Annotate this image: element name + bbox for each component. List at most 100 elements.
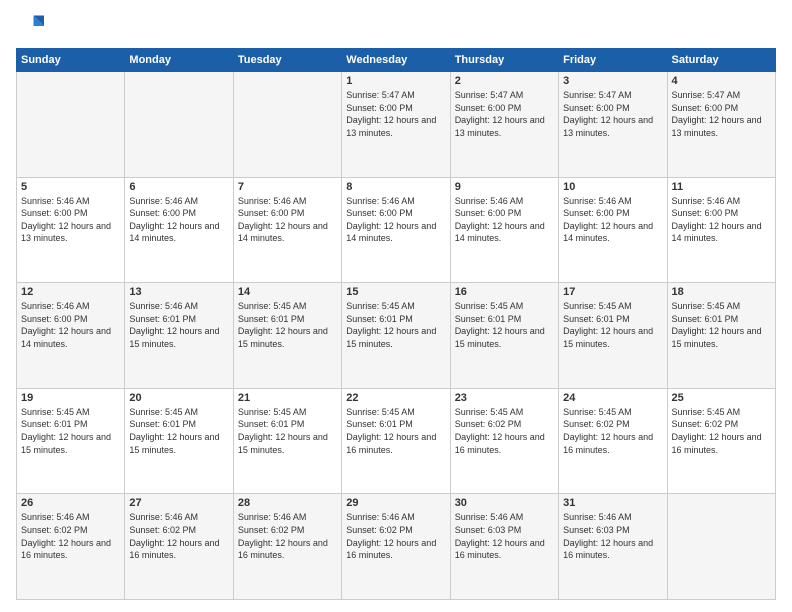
- page: SundayMondayTuesdayWednesdayThursdayFrid…: [0, 0, 792, 612]
- day-info: Sunrise: 5:47 AMSunset: 6:00 PMDaylight:…: [672, 89, 771, 139]
- day-info: Sunrise: 5:46 AMSunset: 6:00 PMDaylight:…: [672, 195, 771, 245]
- day-number: 28: [238, 497, 337, 509]
- weekday-header-row: SundayMondayTuesdayWednesdayThursdayFrid…: [17, 49, 776, 72]
- logo-icon: [16, 12, 44, 40]
- day-info: Sunrise: 5:45 AMSunset: 6:01 PMDaylight:…: [672, 300, 771, 350]
- calendar-cell: 9 Sunrise: 5:46 AMSunset: 6:00 PMDayligh…: [450, 177, 558, 283]
- header: [16, 12, 776, 40]
- day-number: 16: [455, 286, 554, 298]
- day-info: Sunrise: 5:46 AMSunset: 6:02 PMDaylight:…: [21, 511, 120, 561]
- day-info: Sunrise: 5:45 AMSunset: 6:01 PMDaylight:…: [563, 300, 662, 350]
- day-info: Sunrise: 5:46 AMSunset: 6:00 PMDaylight:…: [129, 195, 228, 245]
- day-info: Sunrise: 5:47 AMSunset: 6:00 PMDaylight:…: [346, 89, 445, 139]
- calendar-table: SundayMondayTuesdayWednesdayThursdayFrid…: [16, 48, 776, 600]
- calendar-cell: 7 Sunrise: 5:46 AMSunset: 6:00 PMDayligh…: [233, 177, 341, 283]
- day-info: Sunrise: 5:45 AMSunset: 6:01 PMDaylight:…: [346, 406, 445, 456]
- calendar-cell: 16 Sunrise: 5:45 AMSunset: 6:01 PMDaylig…: [450, 283, 558, 389]
- calendar-cell: 11 Sunrise: 5:46 AMSunset: 6:00 PMDaylig…: [667, 177, 775, 283]
- calendar-cell: [125, 72, 233, 178]
- day-info: Sunrise: 5:47 AMSunset: 6:00 PMDaylight:…: [563, 89, 662, 139]
- calendar-cell: 12 Sunrise: 5:46 AMSunset: 6:00 PMDaylig…: [17, 283, 125, 389]
- calendar-cell: 14 Sunrise: 5:45 AMSunset: 6:01 PMDaylig…: [233, 283, 341, 389]
- calendar-cell: 31 Sunrise: 5:46 AMSunset: 6:03 PMDaylig…: [559, 494, 667, 600]
- day-number: 23: [455, 392, 554, 404]
- calendar-cell: 8 Sunrise: 5:46 AMSunset: 6:00 PMDayligh…: [342, 177, 450, 283]
- day-info: Sunrise: 5:46 AMSunset: 6:03 PMDaylight:…: [563, 511, 662, 561]
- day-number: 15: [346, 286, 445, 298]
- calendar-week-row: 19 Sunrise: 5:45 AMSunset: 6:01 PMDaylig…: [17, 388, 776, 494]
- calendar-cell: 10 Sunrise: 5:46 AMSunset: 6:00 PMDaylig…: [559, 177, 667, 283]
- day-info: Sunrise: 5:45 AMSunset: 6:01 PMDaylight:…: [238, 406, 337, 456]
- day-number: 7: [238, 181, 337, 193]
- logo: [16, 12, 48, 40]
- calendar-cell: 4 Sunrise: 5:47 AMSunset: 6:00 PMDayligh…: [667, 72, 775, 178]
- day-info: Sunrise: 5:45 AMSunset: 6:02 PMDaylight:…: [672, 406, 771, 456]
- day-number: 29: [346, 497, 445, 509]
- day-info: Sunrise: 5:45 AMSunset: 6:01 PMDaylight:…: [346, 300, 445, 350]
- day-number: 27: [129, 497, 228, 509]
- day-number: 3: [563, 75, 662, 87]
- weekday-header: Wednesday: [342, 49, 450, 72]
- day-info: Sunrise: 5:45 AMSunset: 6:01 PMDaylight:…: [129, 406, 228, 456]
- calendar-cell: [233, 72, 341, 178]
- calendar-week-row: 1 Sunrise: 5:47 AMSunset: 6:00 PMDayligh…: [17, 72, 776, 178]
- calendar-cell: 21 Sunrise: 5:45 AMSunset: 6:01 PMDaylig…: [233, 388, 341, 494]
- day-info: Sunrise: 5:46 AMSunset: 6:02 PMDaylight:…: [238, 511, 337, 561]
- calendar-cell: 19 Sunrise: 5:45 AMSunset: 6:01 PMDaylig…: [17, 388, 125, 494]
- day-number: 31: [563, 497, 662, 509]
- calendar-cell: 27 Sunrise: 5:46 AMSunset: 6:02 PMDaylig…: [125, 494, 233, 600]
- day-number: 13: [129, 286, 228, 298]
- day-number: 22: [346, 392, 445, 404]
- calendar-cell: [17, 72, 125, 178]
- weekday-header: Thursday: [450, 49, 558, 72]
- calendar-cell: [667, 494, 775, 600]
- day-info: Sunrise: 5:45 AMSunset: 6:02 PMDaylight:…: [563, 406, 662, 456]
- day-number: 8: [346, 181, 445, 193]
- day-info: Sunrise: 5:45 AMSunset: 6:01 PMDaylight:…: [238, 300, 337, 350]
- day-number: 19: [21, 392, 120, 404]
- day-number: 26: [21, 497, 120, 509]
- calendar-cell: 26 Sunrise: 5:46 AMSunset: 6:02 PMDaylig…: [17, 494, 125, 600]
- calendar-cell: 25 Sunrise: 5:45 AMSunset: 6:02 PMDaylig…: [667, 388, 775, 494]
- day-number: 5: [21, 181, 120, 193]
- weekday-header: Sunday: [17, 49, 125, 72]
- calendar-cell: 24 Sunrise: 5:45 AMSunset: 6:02 PMDaylig…: [559, 388, 667, 494]
- calendar-cell: 6 Sunrise: 5:46 AMSunset: 6:00 PMDayligh…: [125, 177, 233, 283]
- day-number: 17: [563, 286, 662, 298]
- calendar-cell: 23 Sunrise: 5:45 AMSunset: 6:02 PMDaylig…: [450, 388, 558, 494]
- day-info: Sunrise: 5:46 AMSunset: 6:00 PMDaylight:…: [21, 300, 120, 350]
- weekday-header: Tuesday: [233, 49, 341, 72]
- day-number: 4: [672, 75, 771, 87]
- day-info: Sunrise: 5:45 AMSunset: 6:02 PMDaylight:…: [455, 406, 554, 456]
- day-number: 30: [455, 497, 554, 509]
- calendar-cell: 1 Sunrise: 5:47 AMSunset: 6:00 PMDayligh…: [342, 72, 450, 178]
- day-info: Sunrise: 5:46 AMSunset: 6:00 PMDaylight:…: [21, 195, 120, 245]
- day-number: 21: [238, 392, 337, 404]
- calendar-cell: 2 Sunrise: 5:47 AMSunset: 6:00 PMDayligh…: [450, 72, 558, 178]
- day-info: Sunrise: 5:45 AMSunset: 6:01 PMDaylight:…: [455, 300, 554, 350]
- calendar-cell: 5 Sunrise: 5:46 AMSunset: 6:00 PMDayligh…: [17, 177, 125, 283]
- calendar-cell: 3 Sunrise: 5:47 AMSunset: 6:00 PMDayligh…: [559, 72, 667, 178]
- weekday-header: Friday: [559, 49, 667, 72]
- calendar-cell: 22 Sunrise: 5:45 AMSunset: 6:01 PMDaylig…: [342, 388, 450, 494]
- day-info: Sunrise: 5:46 AMSunset: 6:00 PMDaylight:…: [563, 195, 662, 245]
- day-number: 20: [129, 392, 228, 404]
- day-info: Sunrise: 5:46 AMSunset: 6:02 PMDaylight:…: [129, 511, 228, 561]
- day-number: 2: [455, 75, 554, 87]
- calendar-cell: 20 Sunrise: 5:45 AMSunset: 6:01 PMDaylig…: [125, 388, 233, 494]
- calendar-cell: 29 Sunrise: 5:46 AMSunset: 6:02 PMDaylig…: [342, 494, 450, 600]
- calendar-cell: 17 Sunrise: 5:45 AMSunset: 6:01 PMDaylig…: [559, 283, 667, 389]
- calendar-cell: 15 Sunrise: 5:45 AMSunset: 6:01 PMDaylig…: [342, 283, 450, 389]
- calendar-cell: 13 Sunrise: 5:46 AMSunset: 6:01 PMDaylig…: [125, 283, 233, 389]
- day-number: 9: [455, 181, 554, 193]
- day-info: Sunrise: 5:46 AMSunset: 6:02 PMDaylight:…: [346, 511, 445, 561]
- calendar-cell: 30 Sunrise: 5:46 AMSunset: 6:03 PMDaylig…: [450, 494, 558, 600]
- calendar-cell: 18 Sunrise: 5:45 AMSunset: 6:01 PMDaylig…: [667, 283, 775, 389]
- day-number: 24: [563, 392, 662, 404]
- day-info: Sunrise: 5:46 AMSunset: 6:03 PMDaylight:…: [455, 511, 554, 561]
- day-info: Sunrise: 5:46 AMSunset: 6:00 PMDaylight:…: [238, 195, 337, 245]
- day-number: 18: [672, 286, 771, 298]
- day-number: 1: [346, 75, 445, 87]
- day-info: Sunrise: 5:47 AMSunset: 6:00 PMDaylight:…: [455, 89, 554, 139]
- day-number: 11: [672, 181, 771, 193]
